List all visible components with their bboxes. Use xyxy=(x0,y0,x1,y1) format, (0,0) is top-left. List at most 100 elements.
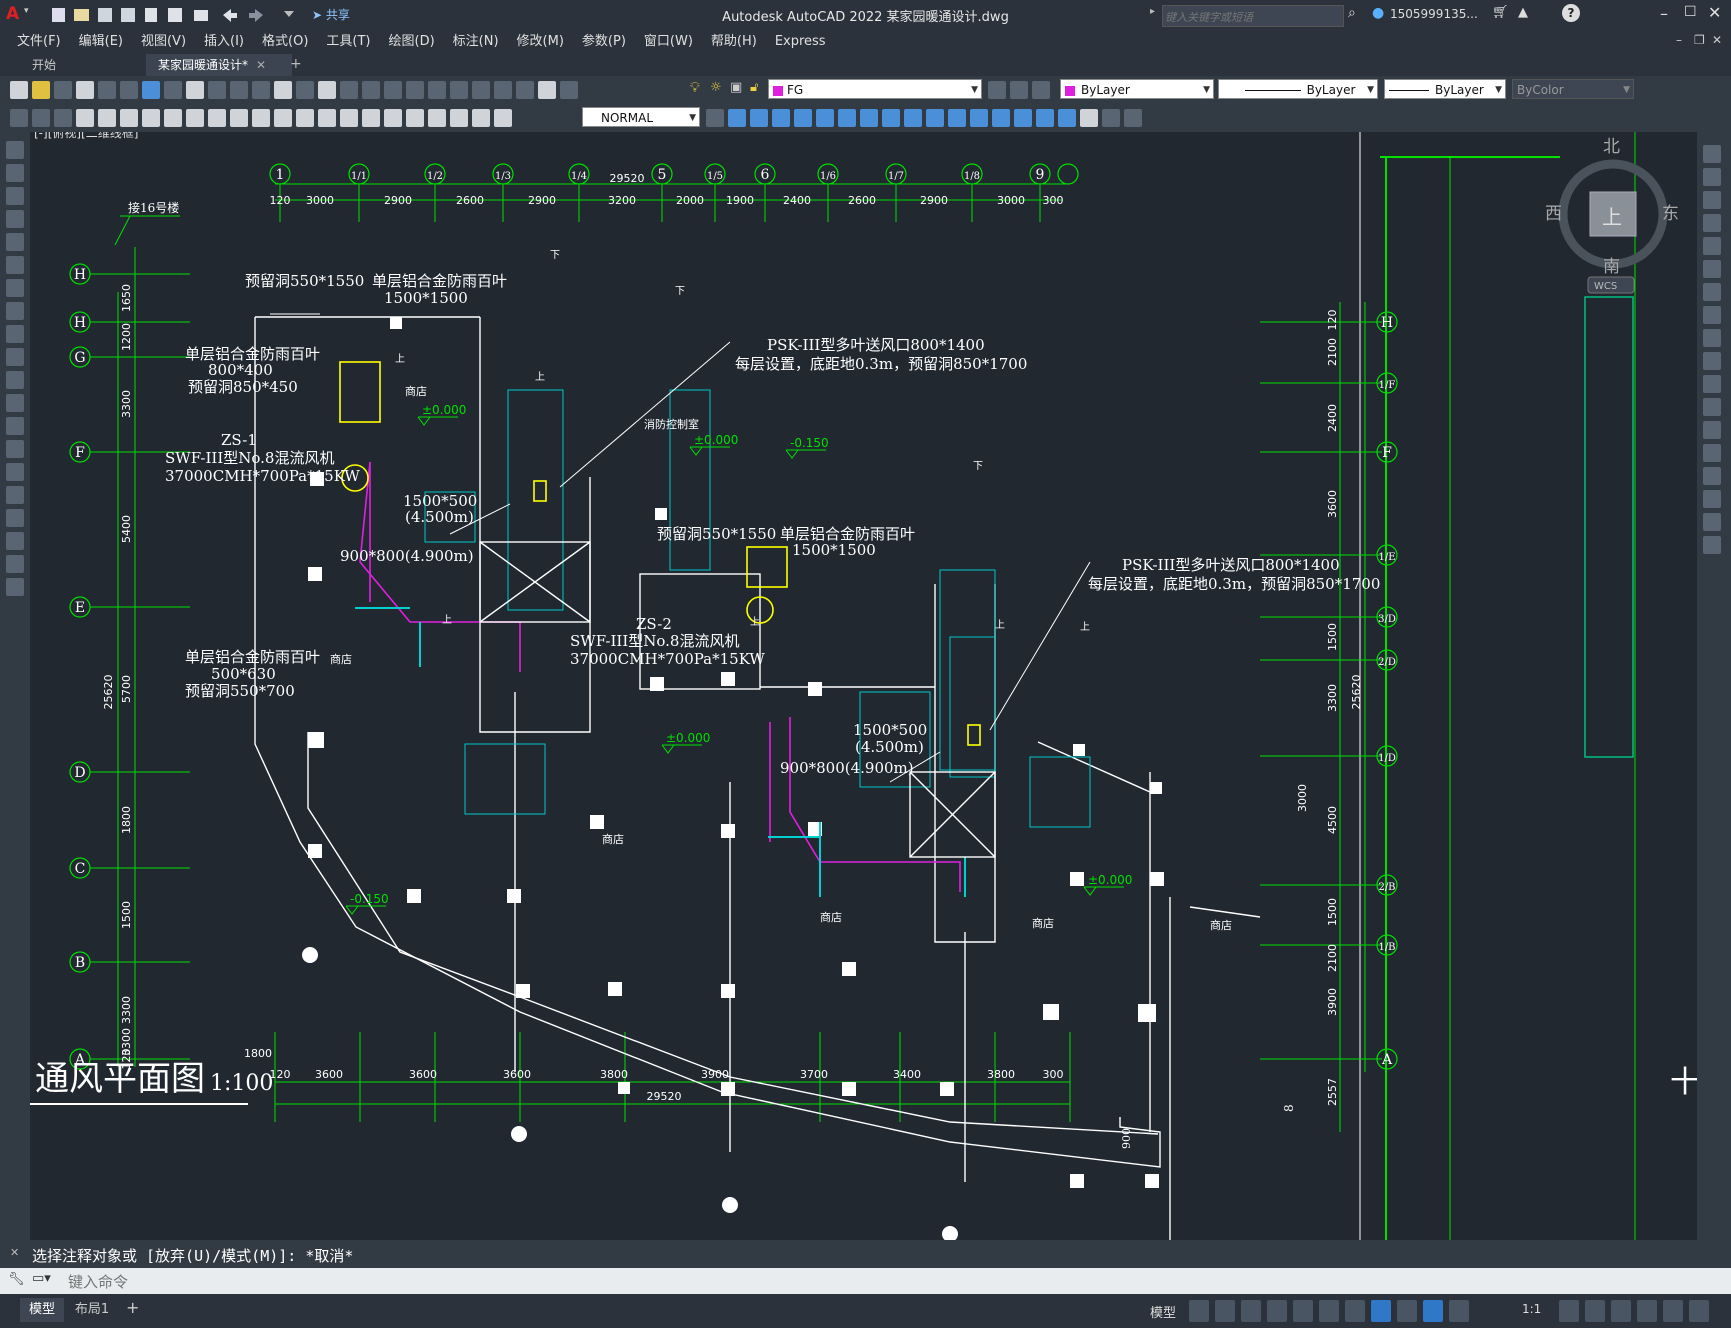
draworder-icon[interactable] xyxy=(1102,109,1120,127)
chamfer-icon[interactable] xyxy=(1703,467,1721,485)
ortho-icon[interactable] xyxy=(1241,1300,1261,1322)
point-icon[interactable] xyxy=(6,440,24,458)
jogged-dim-icon[interactable] xyxy=(186,109,204,127)
cart-icon[interactable]: 🛒︎ xyxy=(1492,5,1509,20)
command-input[interactable] xyxy=(66,1271,1670,1293)
drawing-canvas[interactable]: 预留洞550*1550 单层铝合金防雨百叶 1500*1500 单层铝合金防雨百叶 80… xyxy=(30,132,1697,1240)
zoom-realtime-icon[interactable] xyxy=(340,81,358,99)
zoom-window-icon[interactable] xyxy=(362,81,380,99)
layer-freeze-icon[interactable]: ☼ xyxy=(710,80,722,95)
share-button[interactable]: ➤ 共享 xyxy=(312,6,350,23)
paste-icon[interactable] xyxy=(208,81,226,99)
tab-close-icon[interactable]: ✕ xyxy=(256,58,266,72)
dim-space-icon[interactable] xyxy=(318,109,336,127)
scale-icon[interactable] xyxy=(860,109,878,127)
design-center-icon[interactable] xyxy=(428,81,446,99)
fillet-icon[interactable] xyxy=(1703,490,1721,508)
move-icon[interactable] xyxy=(1703,260,1721,278)
diameter-dim-icon[interactable] xyxy=(208,109,226,127)
floor-plan[interactable]: 预留洞550*1550 单层铝合金防雨百叶1500*1500单层铝合金防雨百叶80… xyxy=(30,132,1697,1240)
gradient-icon[interactable] xyxy=(6,486,24,504)
menu-insert[interactable]: 插入(I) xyxy=(195,30,253,54)
construction-line-icon[interactable] xyxy=(6,164,24,182)
ellipse-arc-icon[interactable] xyxy=(6,371,24,389)
search-box[interactable] xyxy=(1162,5,1344,28)
group-icon[interactable] xyxy=(1124,109,1142,127)
menu-tools[interactable]: 工具(T) xyxy=(317,30,379,54)
copy-icon[interactable] xyxy=(186,81,204,99)
menu-modify[interactable]: 修改(M) xyxy=(508,30,573,54)
modify-icon[interactable] xyxy=(10,109,28,127)
cut-icon[interactable] xyxy=(164,81,182,99)
calculator-icon[interactable] xyxy=(516,81,534,99)
new-icon[interactable] xyxy=(10,81,28,99)
tab-layout1[interactable]: 布局1 xyxy=(70,1298,114,1322)
viewcube-north[interactable]: 北 xyxy=(1603,137,1620,157)
rotate-icon[interactable] xyxy=(1703,283,1721,301)
polar-icon[interactable] xyxy=(1267,1300,1287,1322)
markup-icon[interactable] xyxy=(494,81,512,99)
layer-on-icon[interactable]: 💡︎ xyxy=(690,80,700,96)
aligned-dim-icon[interactable] xyxy=(98,109,116,127)
copy-icon[interactable] xyxy=(1703,168,1721,186)
undo-icon[interactable] xyxy=(274,81,292,99)
help-icon[interactable]: ? xyxy=(1562,4,1580,22)
menu-draw[interactable]: 绘图(D) xyxy=(380,30,444,54)
close-icon[interactable]: ✕ xyxy=(1708,3,1721,22)
rotate-icon[interactable] xyxy=(838,109,856,127)
hardware-accel-icon[interactable] xyxy=(1611,1300,1631,1322)
fillet-icon[interactable] xyxy=(1014,109,1032,127)
join-icon[interactable] xyxy=(970,109,988,127)
layer-walk-icon[interactable] xyxy=(1032,81,1050,99)
isolate-objects-icon[interactable] xyxy=(1637,1300,1657,1322)
menu-file[interactable]: 文件(F) xyxy=(8,30,70,54)
lineweight-dropdown[interactable]: ByLayer ▼ xyxy=(1384,79,1506,99)
chamfer-icon[interactable] xyxy=(992,109,1010,127)
command-menu-icon[interactable]: ▭▾ xyxy=(32,1271,51,1286)
publish-icon[interactable] xyxy=(120,81,138,99)
region-icon[interactable] xyxy=(6,509,24,527)
sheet-set-icon[interactable] xyxy=(472,81,490,99)
extend-icon[interactable] xyxy=(1703,375,1721,393)
quick-dim-icon[interactable] xyxy=(252,109,270,127)
break-icon[interactable] xyxy=(948,109,966,127)
menu-format[interactable]: 格式(O) xyxy=(253,30,317,54)
break-at-point-icon[interactable] xyxy=(1703,398,1721,416)
extend-icon[interactable] xyxy=(926,109,944,127)
properties-icon[interactable] xyxy=(406,81,424,99)
model-space-toggle[interactable]: 模型 xyxy=(1150,1302,1176,1321)
doc-minimize-icon[interactable]: – xyxy=(1676,33,1682,47)
ordinate-dim-icon[interactable] xyxy=(142,109,160,127)
blend-curves-icon[interactable] xyxy=(1703,513,1721,531)
jogged-linear-icon[interactable] xyxy=(428,109,446,127)
layer-previous-icon[interactable] xyxy=(1010,81,1028,99)
menu-edit[interactable]: 编辑(E) xyxy=(70,30,132,54)
add-layout-icon[interactable]: + xyxy=(126,1298,139,1317)
table-icon[interactable] xyxy=(6,532,24,550)
explode-icon[interactable] xyxy=(1058,109,1076,127)
polyline-icon[interactable] xyxy=(6,187,24,205)
menu-dimension[interactable]: 标注(N) xyxy=(444,30,508,54)
tab-model[interactable]: 模型 xyxy=(20,1298,64,1322)
offset-icon[interactable] xyxy=(1703,214,1721,232)
dim-style-icon[interactable] xyxy=(706,109,724,127)
insert-block-icon[interactable] xyxy=(6,394,24,412)
open-icon[interactable] xyxy=(32,81,50,99)
block-editor-icon[interactable] xyxy=(252,81,270,99)
layer-dropdown[interactable]: FG ▼ xyxy=(768,79,982,99)
redo-icon[interactable] xyxy=(296,81,314,99)
plus-icon[interactable] xyxy=(1585,1300,1605,1322)
match-properties-icon[interactable] xyxy=(230,81,248,99)
viewcube-west[interactable]: 西 xyxy=(1545,204,1562,224)
continue-dim-icon[interactable] xyxy=(296,109,314,127)
menu-window[interactable]: 窗口(W) xyxy=(635,30,702,54)
user-icon[interactable]: ● xyxy=(1372,5,1384,21)
dim-text-edit-icon[interactable] xyxy=(472,109,490,127)
grid-icon[interactable] xyxy=(1189,1300,1209,1322)
clean-screen-icon[interactable] xyxy=(1663,1300,1683,1322)
autodesk-app-icon[interactable]: ▲ xyxy=(1518,5,1528,20)
mirror-icon[interactable] xyxy=(750,109,768,127)
viewport-controls[interactable]: [-][俯视][二维线框] xyxy=(34,132,138,141)
color-dropdown[interactable]: ByLayer ▼ xyxy=(1060,79,1214,99)
viewcube-top-label[interactable]: 上 xyxy=(1602,205,1622,229)
